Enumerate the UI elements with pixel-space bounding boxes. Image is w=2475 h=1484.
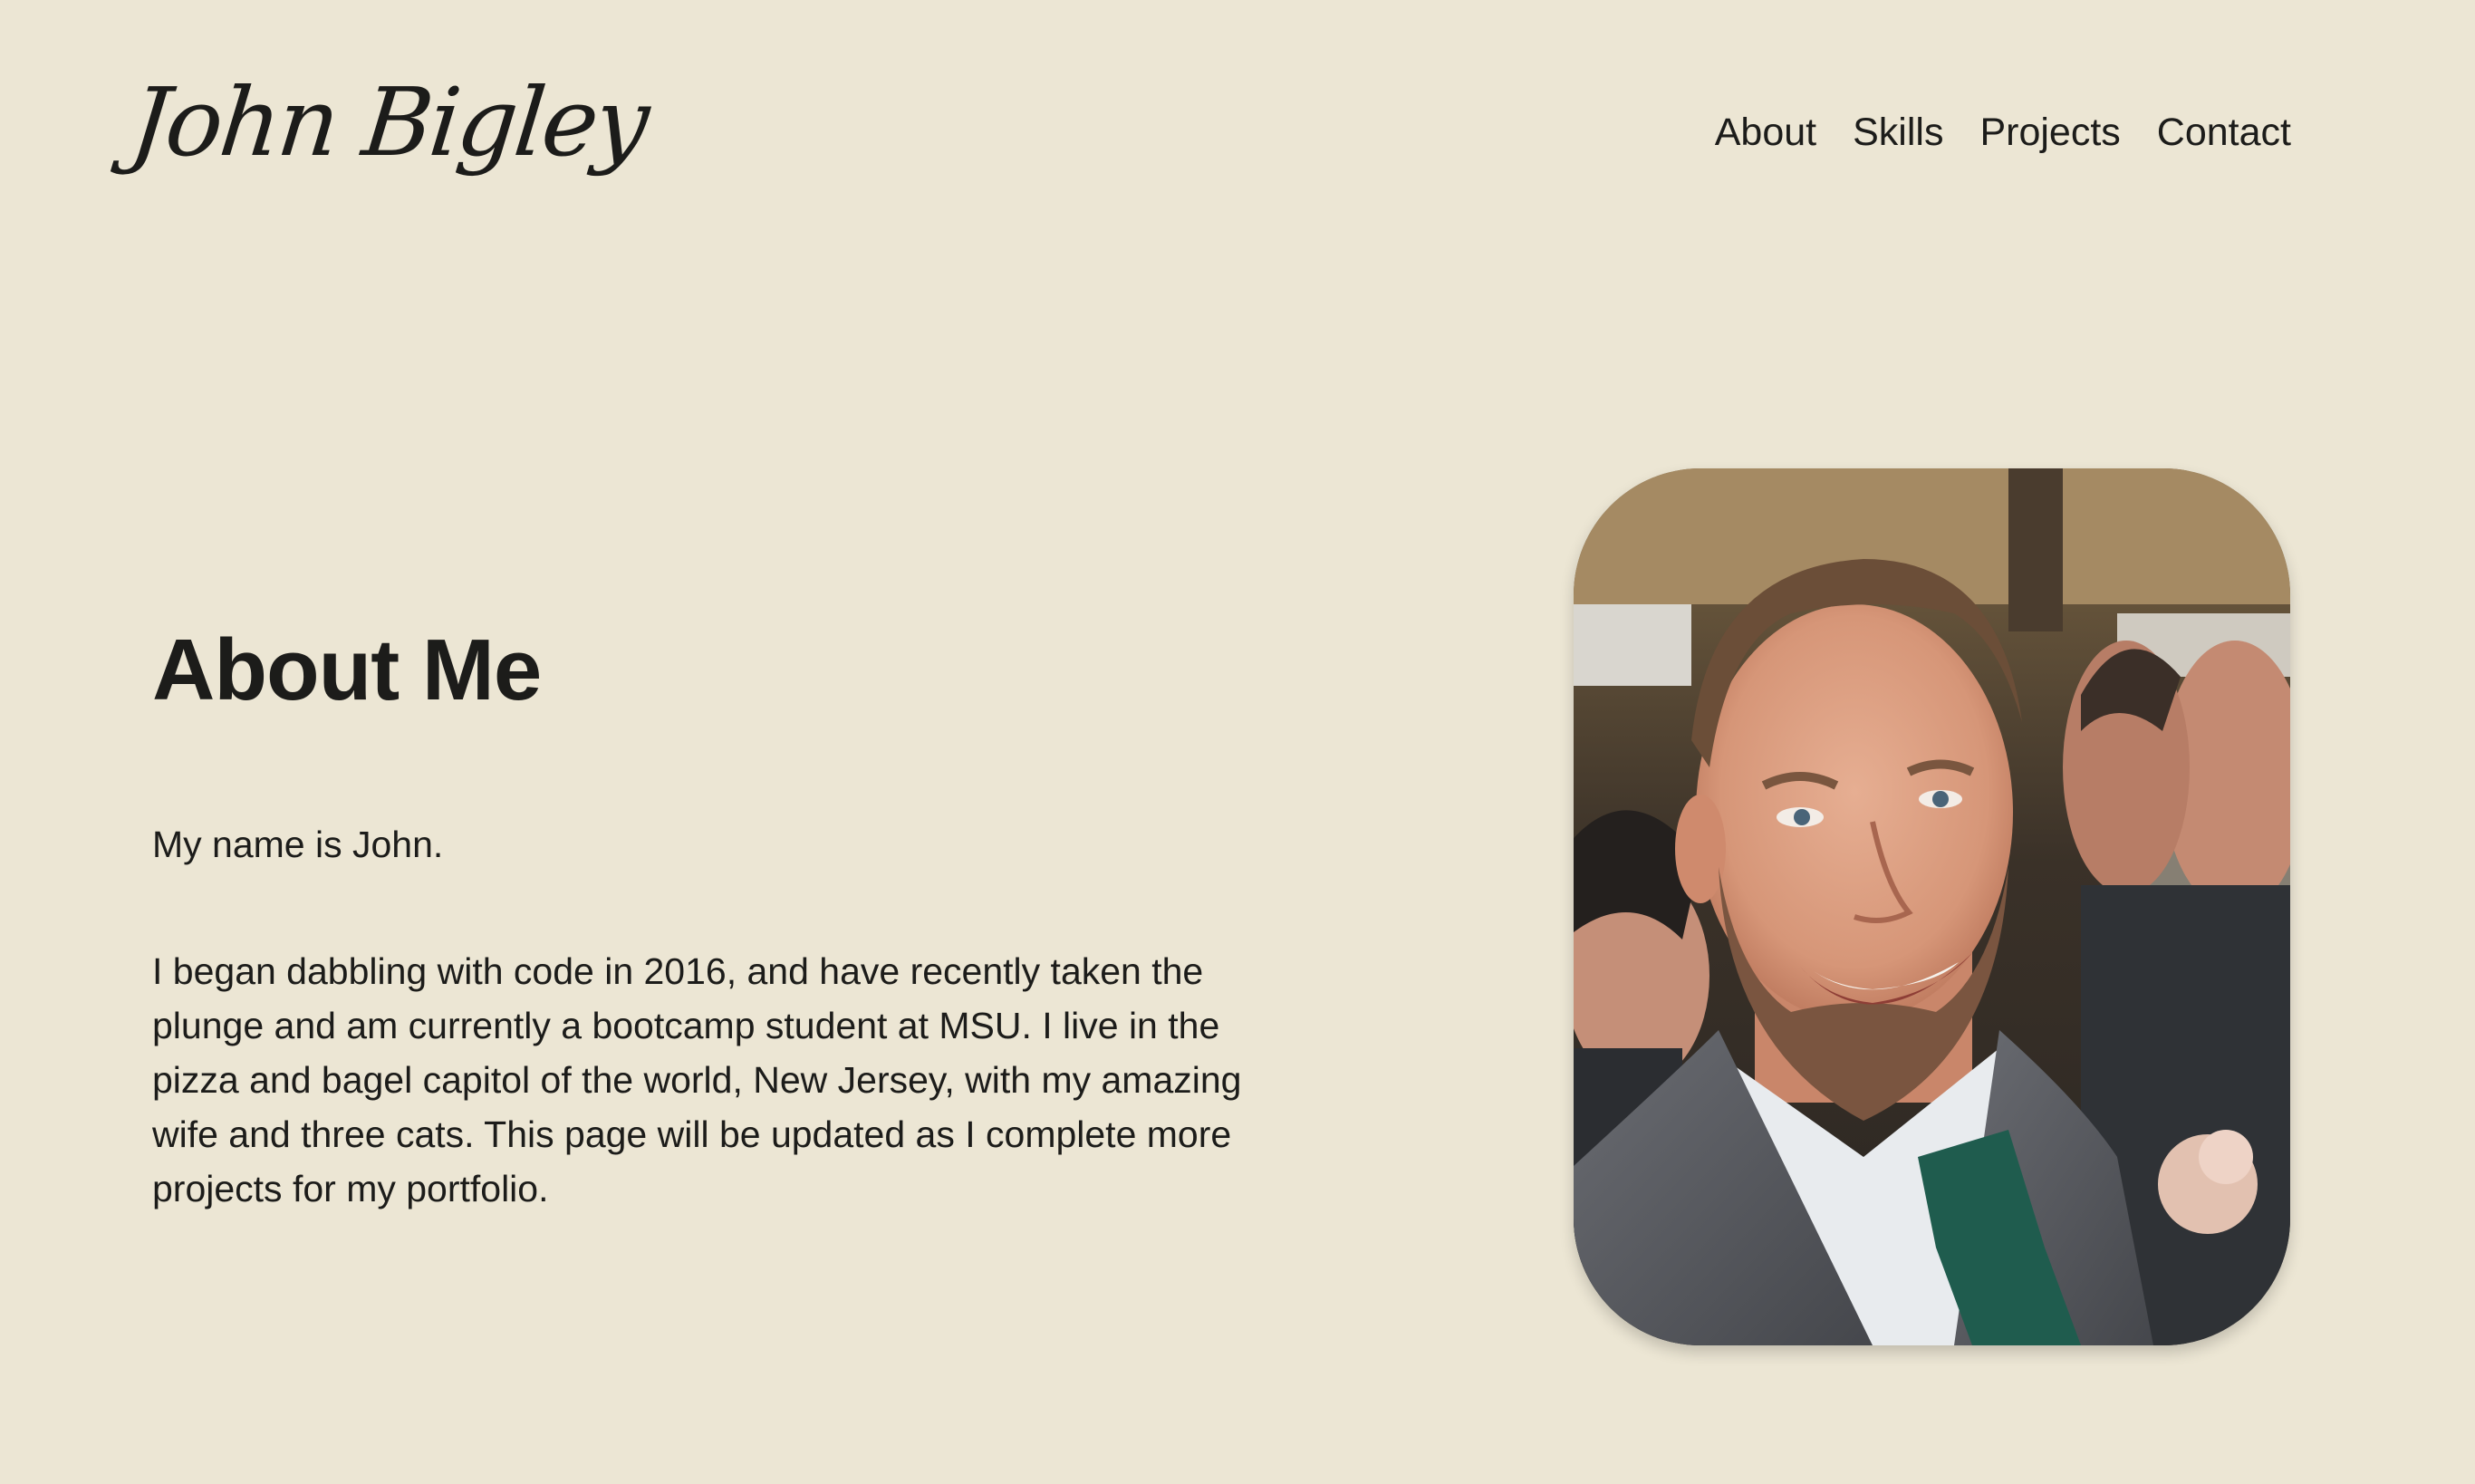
nav-link-about[interactable]: About <box>1715 104 1816 160</box>
main-nav: About Skills Projects Contact <box>1715 104 2291 160</box>
portrait-photo-icon <box>1574 468 2290 1345</box>
nav-link-contact[interactable]: Contact <box>2157 104 2291 160</box>
about-intro: My name is John. <box>152 824 444 865</box>
nav-link-skills[interactable]: Skills <box>1853 104 1943 160</box>
about-bio: I began dabbling with code in 2016, and … <box>152 950 1242 1209</box>
nav-link-projects[interactable]: Projects <box>1979 104 2120 160</box>
profile-photo <box>1574 468 2290 1345</box>
about-title: About Me <box>152 622 542 718</box>
about-section: About Me My name is John. I began dabbli… <box>152 616 1276 1216</box>
site-logo[interactable]: John Bigley <box>125 63 652 181</box>
